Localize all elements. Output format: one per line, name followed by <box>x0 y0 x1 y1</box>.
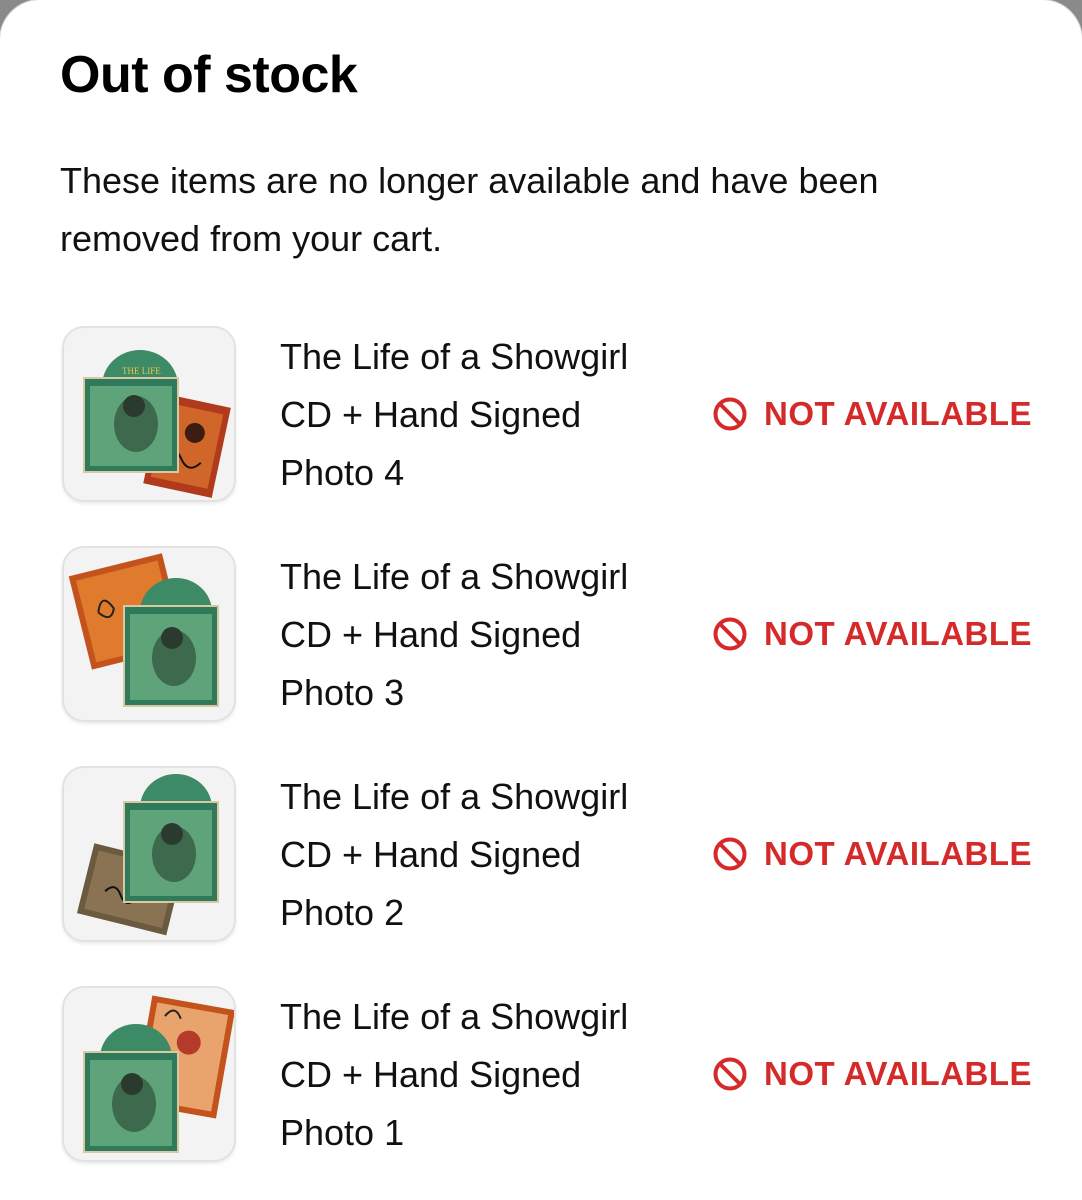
album-cd-signed-photo-image <box>64 988 234 1160</box>
out-of-stock-sheet: Out of stock These items are no longer a… <box>0 0 1082 1200</box>
status-label: NOT AVAILABLE <box>764 835 1033 872</box>
status-label: NOT AVAILABLE <box>764 615 1033 652</box>
product-thumbnail <box>62 986 236 1162</box>
modal-message: These items are no longer available and … <box>60 160 879 259</box>
status-badge: NOT AVAILABLE <box>712 614 1032 654</box>
album-cd-signed-photo-image <box>64 548 234 720</box>
list-item: The Life of a Showgirl CD + Hand Signed … <box>0 766 1082 966</box>
item-name: The Life of a Showgirl CD + Hand Signed … <box>280 556 629 713</box>
modal-title: Out of stock <box>60 46 358 104</box>
ban-icon <box>712 1056 748 1092</box>
list-item: THE LIFE The Life of a Showgirl CD + Han… <box>0 326 1082 526</box>
list-item: The Life of a Showgirl CD + Hand Signed … <box>0 986 1082 1186</box>
album-cd-signed-photo-image: THE LIFE <box>64 328 234 500</box>
svg-text:THE LIFE: THE LIFE <box>122 366 161 376</box>
product-thumbnail <box>62 766 236 942</box>
item-name: The Life of a Showgirl CD + Hand Signed … <box>280 776 629 933</box>
status-badge: NOT AVAILABLE <box>712 394 1032 434</box>
list-item: The Life of a Showgirl CD + Hand Signed … <box>0 546 1082 746</box>
item-name: The Life of a Showgirl CD + Hand Signed … <box>280 996 629 1153</box>
album-cd-signed-photo-image <box>64 768 234 940</box>
item-name: The Life of a Showgirl CD + Hand Signed … <box>280 336 629 493</box>
status-badge: NOT AVAILABLE <box>712 1054 1032 1094</box>
product-thumbnail <box>62 546 236 722</box>
ban-icon <box>712 836 748 872</box>
ban-icon <box>712 396 748 432</box>
product-thumbnail: THE LIFE <box>62 326 236 502</box>
status-label: NOT AVAILABLE <box>764 395 1033 432</box>
status-label: NOT AVAILABLE <box>764 1055 1033 1092</box>
status-badge: NOT AVAILABLE <box>712 834 1032 874</box>
ban-icon <box>712 616 748 652</box>
